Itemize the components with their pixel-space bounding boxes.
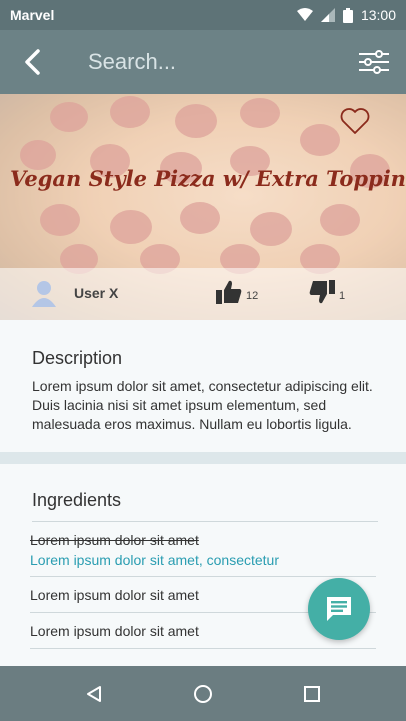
ingredient-checked[interactable]: Lorem ipsum dolor sit amet	[30, 532, 376, 548]
back-button[interactable]	[0, 30, 64, 94]
author-name[interactable]: User X	[74, 285, 118, 301]
nav-back-button[interactable]	[74, 674, 114, 714]
back-arrow-icon	[25, 49, 40, 75]
system-nav-bar	[0, 666, 406, 721]
battery-icon	[342, 7, 353, 23]
chat-button[interactable]	[308, 578, 370, 640]
filter-sliders-icon	[359, 50, 389, 74]
signal-icon	[320, 8, 335, 22]
recipe-meta-bar: User X 12 1	[0, 268, 406, 320]
like-button[interactable]: 12	[216, 280, 258, 304]
filter-button[interactable]	[342, 30, 406, 94]
heart-icon	[340, 108, 370, 134]
thumbs-up-icon	[216, 280, 242, 304]
description-text: Lorem ipsum dolor sit amet, consectetur …	[32, 378, 373, 432]
favorite-button[interactable]	[340, 107, 370, 137]
nav-recents-icon	[303, 685, 320, 702]
user-avatar-icon	[32, 281, 56, 307]
ingredient-link[interactable]: Lorem ipsum dolor sit amet, consectetur	[30, 552, 376, 568]
carrier-name: Marvel	[10, 7, 55, 23]
wifi-icon	[296, 8, 313, 21]
app-bar: Search...	[0, 30, 406, 94]
ingredients-heading: Ingredients	[32, 490, 378, 522]
nav-home-button[interactable]	[183, 674, 223, 714]
status-bar: Marvel 13:00	[0, 0, 406, 30]
chat-icon	[327, 597, 351, 621]
nav-recents-button[interactable]	[292, 674, 332, 714]
like-count: 12	[246, 290, 259, 302]
dislike-button[interactable]: 1	[309, 280, 345, 304]
section-divider	[0, 452, 406, 464]
description-heading: Description	[32, 348, 123, 368]
avatar[interactable]	[30, 279, 58, 309]
clock: 13:00	[360, 7, 396, 23]
search-input[interactable]: Search...	[64, 49, 342, 75]
list-item[interactable]: Lorem ipsum dolor sit amet Lorem ipsum d…	[30, 522, 376, 577]
nav-home-icon	[193, 684, 212, 703]
dislike-count: 1	[339, 290, 346, 302]
nav-back-icon	[87, 685, 102, 702]
description-card: Description Lorem ipsum dolor sit amet, …	[0, 320, 406, 452]
thumbs-down-icon	[309, 280, 335, 304]
recipe-title: Vegan Style Pizza w/ Extra Toppings	[10, 166, 406, 191]
